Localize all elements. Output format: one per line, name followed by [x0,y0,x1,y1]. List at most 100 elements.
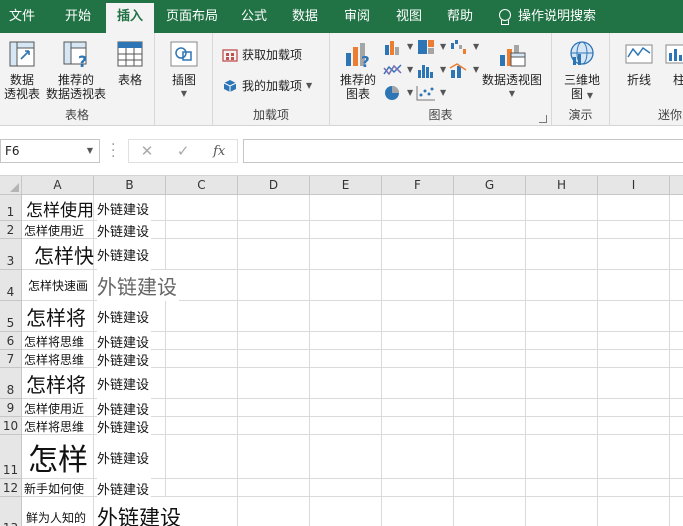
cell-a6[interactable]: 怎样将思维 [24,332,94,350]
row-header-11[interactable]: 11 [0,435,22,479]
group-charts: ? 推荐的 图表 ▼ ▼ ▼ ▼ ▼ ▼ ▼ ▼ 数据透视图 ▼ 图表 [330,33,552,126]
column-header-h[interactable]: H [526,176,598,195]
cell-a4[interactable]: 怎样快速画 [28,270,94,301]
3d-map-label: 三维地图 ▼ [563,73,600,101]
group-sparklines-label: 迷你 [658,108,683,122]
cell-b5[interactable]: 外链建设 [97,301,152,332]
tab-6[interactable]: 审阅 [335,0,379,33]
sparkline-column-button[interactable]: 柱 [664,39,683,87]
row-header-4[interactable]: 4 [0,270,22,301]
select-all-corner[interactable] [0,176,22,195]
tab-1[interactable]: 开始 [52,0,104,33]
row-header-2[interactable]: 2 [0,221,22,239]
cell-a10[interactable]: 怎样将思维 [24,417,94,435]
enter-icon[interactable]: ✓ [177,142,190,160]
cell-a5[interactable]: 怎样将 [26,301,94,332]
column-header-e[interactable]: E [310,176,382,195]
name-box[interactable]: F6 ▼ [0,139,100,163]
row-header-7[interactable]: 7 [0,350,22,368]
column-header-g[interactable]: G [454,176,526,195]
cell-b2[interactable]: 外链建设 [97,221,152,240]
formula-bar-resize-handle[interactable]: · · · [111,138,115,164]
tab-3[interactable]: 页面布局 [160,0,224,33]
column-header-a[interactable]: A [22,176,94,195]
3d-map-button[interactable]: 三维地图 ▼ [562,39,602,103]
cell-b4[interactable]: 外链建设 [97,270,179,301]
cell-b1[interactable]: 外链建设 [97,195,152,221]
recommended-pivot-icon: ? [61,39,91,71]
gridline [165,195,166,526]
illustrations-button[interactable]: 插图 ▼ [167,39,201,101]
sparkline-line-button[interactable]: 折线 [622,39,656,87]
dialog-launcher-icon[interactable] [539,115,547,123]
pie-chart-icon [385,86,399,100]
column-header-b[interactable]: B [94,176,166,195]
cell-b3[interactable]: 外链建设 [97,239,152,270]
svg-text:?: ? [78,52,87,69]
row-header-9[interactable]: 9 [0,399,22,417]
pivot-table-icon [7,39,37,69]
column-chart-button[interactable]: ▼ [383,37,413,57]
cell-a8[interactable]: 怎样将 [26,368,94,399]
column-header-f[interactable]: F [382,176,454,195]
cell-a12[interactable]: 新手如何使 [24,479,94,497]
pie-chart-button[interactable]: ▼ [383,83,413,103]
statistic-chart-button[interactable]: ▼ [416,60,446,80]
tab-5[interactable]: 数据 [283,0,327,33]
row-header-3[interactable]: 3 [0,239,22,270]
row-header-12[interactable]: 12 [0,479,22,497]
cell-b7[interactable]: 外链建设 [97,350,152,369]
ribbon-tab-bar: 操作说明搜索 文件 开始 插入 页面布局 公式 数据 审阅 视图 帮助 [0,0,683,33]
row-header-8[interactable]: 8 [0,368,22,399]
get-addins-button[interactable]: 获取加载项 [222,45,302,65]
illustrations-label: 插图 [171,73,196,87]
insert-function-icon[interactable]: fx [213,144,225,159]
tab-8[interactable]: 帮助 [438,0,482,33]
cell-a1[interactable]: 怎样使用 [26,195,94,221]
pivot-table-button[interactable]: 数据 透视表 [2,39,42,101]
recommended-charts-button[interactable]: ? 推荐的 图表 [338,39,378,101]
table-button[interactable]: 表格 [112,39,148,87]
cell-b13[interactable]: 外链建设 [97,497,183,526]
formula-input[interactable] [243,139,683,163]
row-header-6[interactable]: 6 [0,332,22,350]
tab-7[interactable]: 视图 [387,0,431,33]
tab-4[interactable]: 公式 [232,0,276,33]
cell-a11[interactable]: 怎样 [28,435,94,479]
recommended-pivot-button[interactable]: ? 推荐的 数据透视表 [44,39,108,101]
cell-b6[interactable]: 外链建设 [97,332,152,351]
combo-chart-button[interactable]: ▼ [449,60,479,80]
cell-a9[interactable]: 怎样使用近 [24,399,94,417]
cancel-icon[interactable]: ✕ [141,142,154,160]
column-header-d[interactable]: D [238,176,310,195]
row-header-5[interactable]: 5 [0,301,22,332]
tab-2[interactable]: 插入 [106,3,154,33]
sparkline-column-label: 柱 [672,73,683,87]
cell-b8[interactable]: 外链建设 [97,368,152,399]
cell-a13[interactable]: 鲜为人知的 [26,497,94,526]
waterfall-chart-button[interactable]: ▼ [449,37,479,57]
cell-b9[interactable]: 外链建设 [97,399,152,418]
row-header-1[interactable]: 1 [0,195,22,221]
group-tables-label: 表格 [64,108,89,122]
tell-me-search[interactable]: 操作说明搜索 [498,0,596,33]
tab-0[interactable]: 文件 [0,0,44,33]
cell-b10[interactable]: 外链建设 [97,417,152,436]
worksheet-grid[interactable]: A B C D E F G H I 1 怎样使用 外链建设 2 怎样使用近 外链建设 3 怎样快 外链建设 4 怎样快… [0,176,683,526]
column-header-i[interactable]: I [598,176,670,195]
column-header-c[interactable]: C [166,176,238,195]
pivot-chart-button[interactable]: 数据透视图 ▼ [480,39,544,101]
my-addins-button[interactable]: 我的加载项 ▼ [222,76,312,96]
chevron-down-icon: ▼ [180,89,188,98]
cell-a2[interactable]: 怎样使用近 [24,221,94,239]
cell-b11[interactable]: 外链建设 [97,435,152,479]
cell-b12[interactable]: 外链建设 [97,479,152,498]
row-header-13[interactable]: 13 [0,497,22,526]
hierarchy-chart-button[interactable]: ▼ [416,37,446,57]
cell-a7[interactable]: 怎样将思维 [24,350,94,368]
column-header-next[interactable] [670,176,683,195]
cell-a3[interactable]: 怎样快 [34,239,94,270]
scatter-chart-button[interactable]: ▼ [416,83,446,103]
line-chart-button[interactable]: ▼ [383,60,413,80]
row-header-10[interactable]: 10 [0,417,22,435]
